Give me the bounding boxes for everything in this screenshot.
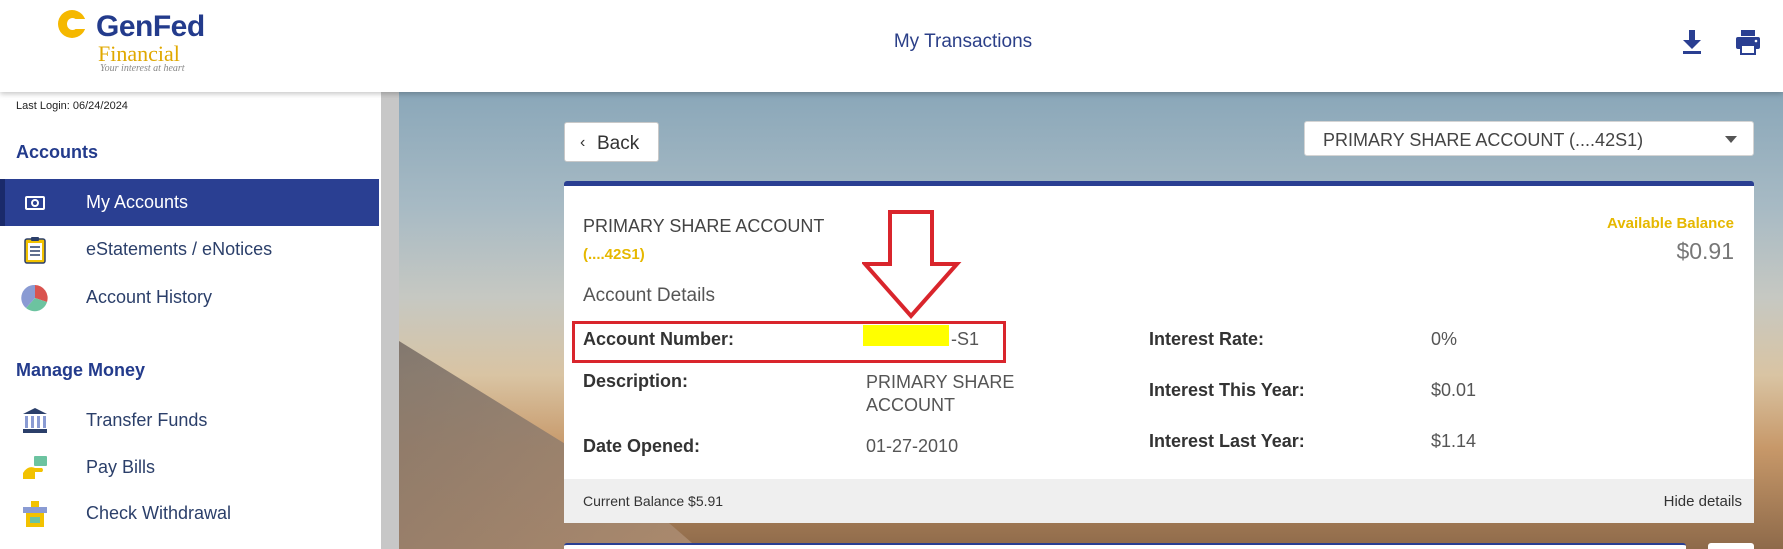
sidebar-item-estatements[interactable]: eStatements / eNotices bbox=[0, 226, 379, 273]
check-withdrawal-icon bbox=[20, 499, 50, 529]
card-footer: Current Balance $5.91 Hide details bbox=[564, 479, 1754, 523]
sidebar-item-my-accounts[interactable]: My Accounts bbox=[0, 179, 379, 226]
account-select[interactable]: PRIMARY SHARE ACCOUNT (....42S1) bbox=[1304, 121, 1754, 156]
interest-this-year-label: Interest This Year: bbox=[1149, 380, 1305, 400]
section-title-accounts: Accounts bbox=[16, 142, 99, 162]
sidebar-item-pay-bills[interactable]: Pay Bills bbox=[0, 444, 379, 491]
back-button[interactable]: ‹ Back bbox=[564, 122, 659, 162]
description-label: Description: bbox=[583, 371, 689, 391]
back-button-label: Back bbox=[597, 133, 640, 154]
available-balance-label: Available Balance bbox=[1606, 215, 1734, 232]
sidebar-item-label: Check Withdrawal bbox=[86, 503, 232, 523]
section-title-manage-money: Manage Money bbox=[16, 360, 146, 380]
next-card-edge bbox=[564, 543, 1686, 549]
logo-tagline: Your interest at heart bbox=[100, 63, 185, 74]
sidebar-item-label: Transfer Funds bbox=[86, 410, 208, 430]
sidebar-item-label: Pay Bills bbox=[86, 457, 156, 477]
current-balance: Current Balance $5.91 bbox=[583, 493, 724, 509]
clipboard-icon bbox=[20, 235, 50, 265]
annotation-arrow-icon bbox=[862, 210, 962, 320]
annotation-highlight-box bbox=[572, 321, 1006, 363]
interest-last-year-value: $1.14 bbox=[1431, 431, 1477, 451]
interest-this-year-value: $0.01 bbox=[1431, 380, 1477, 400]
hide-details-link[interactable]: Hide details bbox=[1664, 493, 1742, 510]
sidebar-item-check-withdrawal[interactable]: Check Withdrawal bbox=[0, 490, 379, 537]
bank-icon bbox=[20, 406, 50, 436]
print-icon[interactable] bbox=[1734, 28, 1762, 56]
money-icon bbox=[20, 188, 50, 218]
chevron-left-icon: ‹ bbox=[580, 134, 586, 151]
download-icon[interactable] bbox=[1678, 28, 1706, 56]
account-mask: (....42S1) bbox=[583, 246, 645, 263]
available-balance-value: $0.91 bbox=[1676, 238, 1734, 264]
account-details-heading: Account Details bbox=[583, 285, 716, 306]
account-select-value: PRIMARY SHARE ACCOUNT (....42S1) bbox=[1323, 130, 1644, 150]
interest-rate-value: 0% bbox=[1431, 329, 1458, 349]
account-name: PRIMARY SHARE ACCOUNT bbox=[583, 216, 825, 236]
description-value: PRIMARY SHARE ACCOUNT bbox=[866, 372, 1015, 415]
interest-rate-label: Interest Rate: bbox=[1149, 329, 1265, 349]
sidebar-item-label: Account History bbox=[86, 287, 213, 307]
sidebar-scrollbar[interactable] bbox=[381, 92, 399, 549]
sidebar-item-account-history[interactable]: Account History bbox=[0, 274, 379, 321]
pie-chart-icon bbox=[20, 283, 50, 313]
next-card-edge-right bbox=[1708, 543, 1754, 549]
date-opened-value: 01-27-2010 bbox=[866, 436, 959, 456]
pay-bills-icon bbox=[20, 453, 50, 483]
sidebar-item-label: eStatements / eNotices bbox=[86, 239, 273, 259]
chevron-down-icon bbox=[1725, 136, 1737, 143]
sidebar-item-transfer-funds[interactable]: Transfer Funds bbox=[0, 397, 379, 444]
page-title: My Transactions bbox=[893, 31, 1033, 52]
date-opened-label: Date Opened: bbox=[583, 436, 701, 456]
sidebar: Last Login: 06/24/2024 Accounts My Accou… bbox=[0, 92, 379, 549]
sidebar-item-label: My Accounts bbox=[86, 192, 189, 212]
interest-last-year-label: Interest Last Year: bbox=[1149, 431, 1305, 451]
last-login: Last Login: 06/24/2024 bbox=[16, 100, 128, 112]
app-header: GenFed Financial Your interest at heart … bbox=[0, 0, 1783, 92]
